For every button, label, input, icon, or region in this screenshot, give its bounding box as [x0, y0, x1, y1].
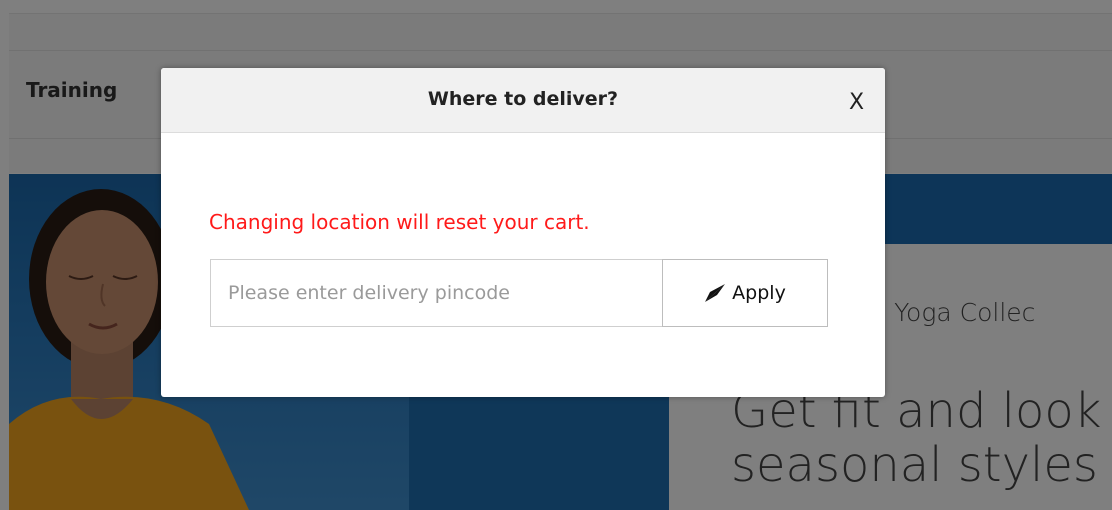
- send-arrow-icon: [704, 283, 726, 303]
- dialog-header: Where to deliver? X: [161, 68, 885, 133]
- cart-reset-warning: Changing location will reset your cart.: [209, 210, 590, 234]
- apply-button-label: Apply: [732, 282, 786, 304]
- dialog-title: Where to deliver?: [427, 88, 619, 110]
- close-button[interactable]: X: [849, 92, 864, 114]
- apply-button[interactable]: Apply: [662, 259, 828, 327]
- pincode-input[interactable]: [210, 259, 663, 327]
- delivery-location-dialog: Where to deliver? X Changing location wi…: [161, 68, 885, 397]
